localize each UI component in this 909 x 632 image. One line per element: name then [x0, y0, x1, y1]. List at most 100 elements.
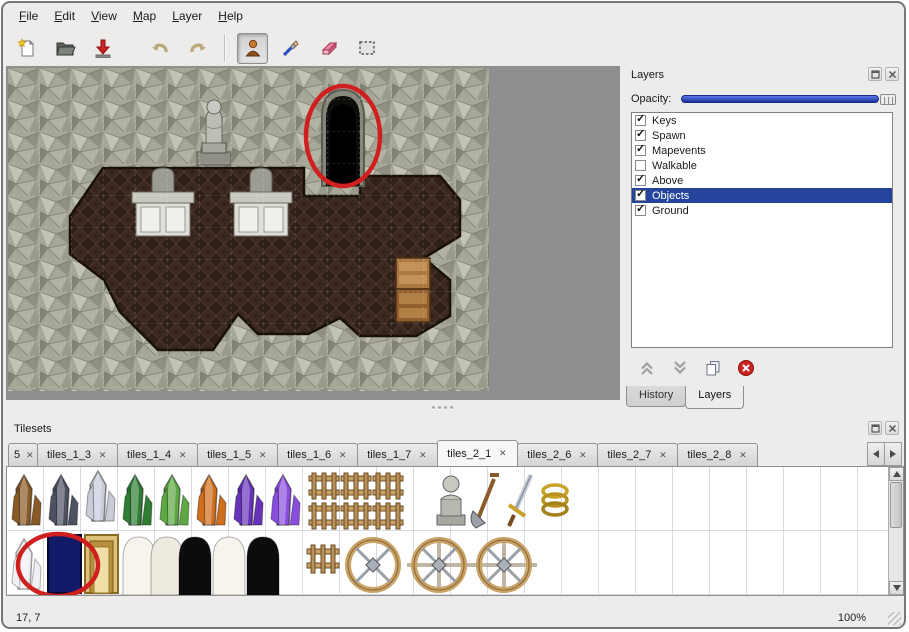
brush-tool-button[interactable] [275, 33, 306, 64]
float-panel-button[interactable] [868, 421, 882, 435]
new-map-button[interactable] [11, 33, 42, 64]
tileset-tab[interactable]: tiles_1_4 ✕ [117, 443, 198, 466]
close-panel-button[interactable] [885, 67, 899, 81]
check-icon: ✓ [636, 204, 645, 215]
tileset-tab[interactable]: tiles_1_3 ✕ [37, 443, 118, 466]
tab-close-icon[interactable]: ✕ [737, 450, 748, 461]
tilesets-panel-title: Tilesets [14, 423, 52, 435]
tileset-tab[interactable]: tiles_2_7 ✕ [597, 443, 678, 466]
tab-close-icon[interactable]: ✕ [97, 450, 108, 461]
stamp-tool-button[interactable] [237, 33, 268, 64]
layer-visibility-checkbox[interactable]: ✓ [635, 205, 646, 216]
layer-row[interactable]: ✓ Spawn [632, 128, 892, 143]
scroll-down-button[interactable] [889, 581, 904, 595]
toolbar [11, 29, 382, 67]
opacity-slider-track[interactable] [681, 95, 879, 103]
duplicate-layer-button[interactable] [701, 356, 725, 380]
tab-close-icon[interactable]: ✕ [497, 448, 508, 459]
move-layer-up-button[interactable] [635, 356, 659, 380]
tab-close-icon[interactable]: ✕ [337, 450, 348, 461]
menu-item[interactable]: Map [125, 6, 164, 26]
layer-row[interactable]: ✓ Ground [632, 203, 892, 218]
tileset-vertical-scrollbar[interactable] [888, 467, 903, 595]
layer-visibility-checkbox[interactable]: ✓ [635, 160, 646, 171]
tileset-content[interactable] [6, 466, 904, 596]
menubar: FileEditViewMapLayerHelp [3, 5, 904, 27]
layer-visibility-checkbox[interactable]: ✓ [635, 115, 646, 126]
straight-track-sprite[interactable] [307, 545, 339, 573]
layer-row[interactable]: ✓ Mapevents [632, 143, 892, 158]
layer-name: Above [652, 175, 683, 187]
open-map-button[interactable] [49, 33, 80, 64]
selected-dark-tile[interactable] [48, 535, 81, 593]
close-panel-button[interactable] [885, 421, 899, 435]
map-canvas-area[interactable] [6, 66, 620, 400]
delete-layer-button[interactable] [734, 356, 758, 380]
layer-visibility-checkbox[interactable]: ✓ [635, 145, 646, 156]
resize-grip[interactable] [888, 612, 901, 625]
menu-item[interactable]: File [11, 6, 46, 26]
dark-arch-door-sprite[interactable] [247, 537, 279, 595]
layer-visibility-checkbox[interactable]: ✓ [635, 130, 646, 141]
move-layer-down-button[interactable] [668, 356, 692, 380]
selection-tool-button[interactable] [351, 33, 382, 64]
tab-close-icon[interactable]: ✕ [577, 450, 588, 461]
tab-close-icon[interactable]: ✕ [26, 450, 34, 461]
layer-visibility-checkbox[interactable]: ✓ [635, 175, 646, 186]
redo-button[interactable] [182, 33, 213, 64]
tileset-tab-label: tiles_2_8 [687, 449, 731, 461]
layer-visibility-checkbox[interactable]: ✓ [635, 190, 646, 201]
opacity-slider-handle[interactable] [880, 94, 896, 105]
redo-arrow-icon [187, 37, 209, 59]
opacity-slider[interactable] [681, 94, 896, 105]
save-map-button[interactable] [87, 33, 118, 64]
tileset-tab[interactable]: tiles_1_6 ✕ [277, 443, 358, 466]
float-panel-button[interactable] [868, 67, 882, 81]
dark-arch-door-sprite[interactable] [179, 537, 211, 595]
scrollbar-thumb[interactable] [890, 482, 902, 528]
tab-close-icon[interactable]: ✕ [177, 450, 188, 461]
tileset-tab[interactable]: tiles_2_1 ✕ [437, 440, 518, 466]
panel-tab[interactable]: History [626, 386, 686, 407]
panel-tab[interactable]: Layers [685, 386, 744, 409]
splitter-handle[interactable] [6, 401, 620, 414]
layer-list: ✓ Keys ✓ Spawn ✓ Mapevents ✓ Walkable ✓ … [631, 112, 893, 348]
zoom-level: 100% [838, 612, 866, 624]
scroll-tabs-right-button[interactable] [884, 442, 902, 466]
layer-row[interactable]: ✓ Objects [632, 188, 892, 203]
scroll-tabs-left-button[interactable] [867, 442, 885, 466]
tab-close-icon[interactable]: ✕ [257, 450, 268, 461]
eraser-tool-button[interactable] [313, 33, 344, 64]
menu-item[interactable]: Edit [46, 6, 83, 26]
menu-item[interactable]: Layer [164, 6, 210, 26]
tileset-tab[interactable]: 5 ✕ [8, 443, 38, 466]
layer-row[interactable]: ✓ Above [632, 173, 892, 188]
menu-item[interactable]: Help [210, 6, 251, 26]
character-stamp-icon [242, 37, 264, 59]
scroll-up-button[interactable] [889, 467, 904, 481]
toolbar-separator [224, 35, 226, 61]
tileset-tab[interactable]: tiles_2_6 ✕ [517, 443, 598, 466]
map-canvas[interactable] [8, 68, 489, 391]
arrow-right-icon [889, 449, 897, 459]
pale-arch-door-sprite[interactable] [123, 537, 155, 595]
tileset-art[interactable] [7, 467, 890, 595]
layer-row[interactable]: ✓ Walkable [632, 158, 892, 173]
tileset-tab[interactable]: tiles_1_5 ✕ [197, 443, 278, 466]
tab-close-icon[interactable]: ✕ [417, 450, 428, 461]
float-panel-icon [871, 70, 880, 79]
undo-button[interactable] [144, 33, 175, 64]
tab-close-icon[interactable]: ✕ [657, 450, 668, 461]
tileset-tab[interactable]: tiles_2_8 ✕ [677, 443, 758, 466]
tileset-tab[interactable]: tiles_1_7 ✕ [357, 443, 438, 466]
pale-arch-door-sprite[interactable] [151, 537, 183, 595]
layer-name: Spawn [652, 130, 686, 142]
pale-arch-door-sprite[interactable] [213, 537, 245, 595]
tileset-tab-label: tiles_1_4 [127, 449, 171, 461]
layers-panel: Layers Opacity: [623, 66, 904, 416]
arrow-left-icon [872, 449, 880, 459]
menu-item[interactable]: View [83, 6, 125, 26]
open-folder-icon [54, 37, 76, 59]
selection-marquee-icon [356, 37, 378, 59]
layer-row[interactable]: ✓ Keys [632, 113, 892, 128]
